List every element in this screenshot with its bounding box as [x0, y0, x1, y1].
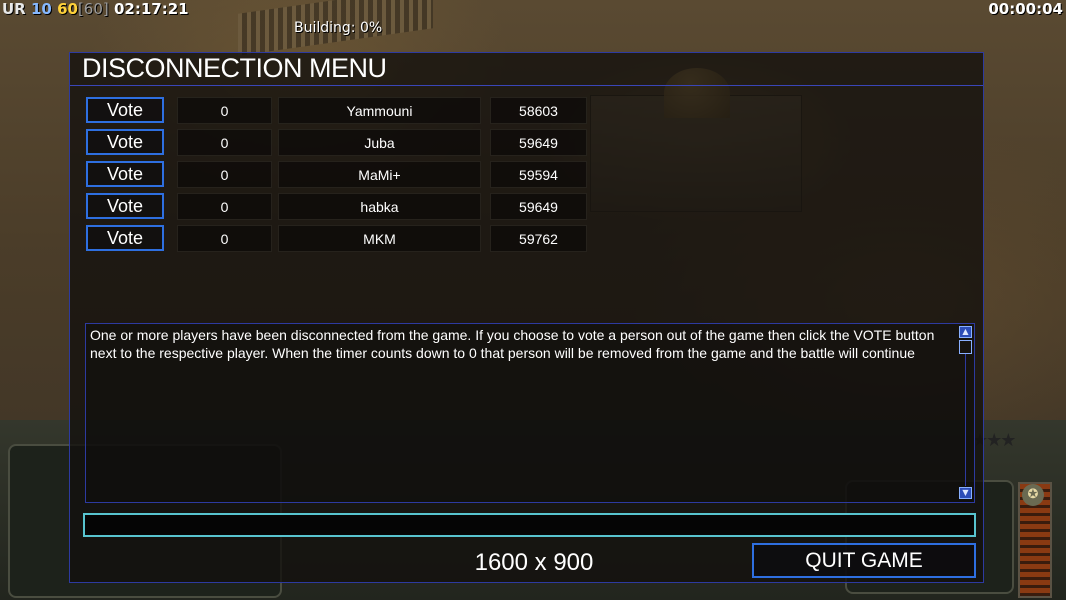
- scroll-thumb[interactable]: [959, 340, 972, 354]
- vote-button[interactable]: Vote: [86, 161, 164, 187]
- resolution-label: 1600 x 900: [474, 549, 594, 576]
- vote-count: 0: [177, 161, 272, 188]
- vote-button[interactable]: Vote: [86, 193, 164, 219]
- vote-button[interactable]: Vote: [86, 129, 164, 155]
- player-name: Yammouni: [278, 97, 481, 124]
- vote-button[interactable]: Vote: [86, 225, 164, 251]
- general-star-icon: ✪: [1022, 484, 1044, 506]
- level-value: 10: [30, 0, 52, 18]
- message-box[interactable]: One or more players have been disconnect…: [85, 323, 975, 503]
- message-scrollbar[interactable]: ▲ ▼: [958, 324, 974, 502]
- scroll-down-arrow-icon[interactable]: ▼: [959, 487, 972, 499]
- building-status: Building: 0%: [294, 20, 383, 36]
- player-name: habka: [278, 193, 481, 220]
- vote-count: 0: [177, 97, 272, 124]
- disconnection-dialog: DISCONNECTION MENU Vote 0 Yammouni 58603…: [69, 52, 984, 583]
- title-divider: [70, 85, 983, 86]
- player-timer: 59762: [490, 225, 587, 252]
- player-name: MKM: [278, 225, 481, 252]
- player-timer: 59649: [490, 193, 587, 220]
- player-timer: 59594: [490, 161, 587, 188]
- chat-input[interactable]: [83, 513, 976, 537]
- ur-label: UR: [2, 0, 26, 18]
- scroll-up-arrow-icon[interactable]: ▲: [959, 326, 972, 338]
- match-timer: 00:00:04: [988, 0, 1063, 18]
- dialog-title: DISCONNECTION MENU: [82, 53, 387, 83]
- vote-count: 0: [177, 193, 272, 220]
- fps-value: 60: [57, 0, 78, 18]
- vote-count: 0: [177, 225, 272, 252]
- player-name: MaMi+: [278, 161, 481, 188]
- disconnect-message: One or more players have been disconnect…: [90, 327, 935, 361]
- vote-count: 0: [177, 129, 272, 156]
- player-timer: 59649: [490, 129, 587, 156]
- performance-readout: UR 10 60[60] 02:17:21: [2, 0, 189, 18]
- game-clock: 02:17:21: [113, 0, 189, 18]
- quit-game-button[interactable]: QUIT GAME: [752, 543, 976, 578]
- scroll-track-line: [965, 354, 966, 486]
- vote-button[interactable]: Vote: [86, 97, 164, 123]
- player-name: Juba: [278, 129, 481, 156]
- player-timer: 58603: [490, 97, 587, 124]
- fps-max-value: [60]: [77, 0, 109, 18]
